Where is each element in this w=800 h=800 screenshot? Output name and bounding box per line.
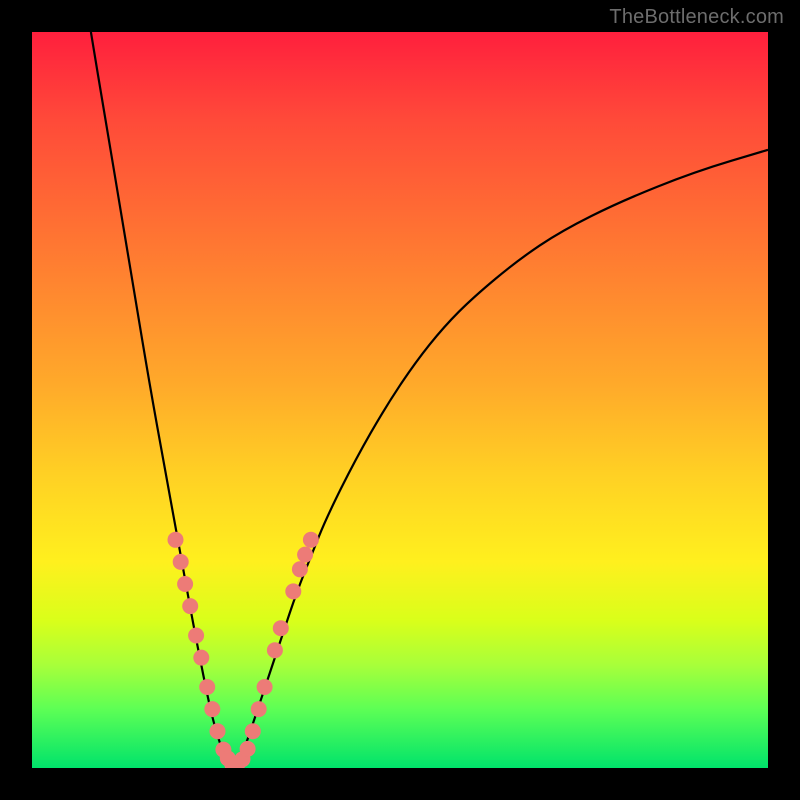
- curve-marker: [177, 576, 193, 592]
- curve-marker: [193, 650, 209, 666]
- bottleneck-curve-line: [91, 32, 768, 766]
- watermark-label: TheBottleneck.com: [609, 6, 784, 29]
- curve-marker: [168, 532, 184, 548]
- curve-marker: [204, 701, 220, 717]
- curve-marker: [285, 583, 301, 599]
- curve-marker: [188, 628, 204, 644]
- curve-marker: [257, 679, 273, 695]
- curve-markers: [168, 532, 319, 768]
- curve-marker: [182, 598, 198, 614]
- curve-marker: [303, 532, 319, 548]
- bottleneck-curve-svg: [32, 32, 768, 768]
- plot-area: [32, 32, 768, 768]
- curve-marker: [240, 741, 256, 757]
- curve-marker: [297, 547, 313, 563]
- curve-marker: [245, 723, 261, 739]
- curve-marker: [210, 723, 226, 739]
- curve-marker: [292, 561, 308, 577]
- curve-marker: [251, 701, 267, 717]
- curve-marker: [267, 642, 283, 658]
- curve-marker: [199, 679, 215, 695]
- curve-marker: [173, 554, 189, 570]
- curve-marker: [273, 620, 289, 636]
- chart-frame: TheBottleneck.com: [0, 0, 800, 800]
